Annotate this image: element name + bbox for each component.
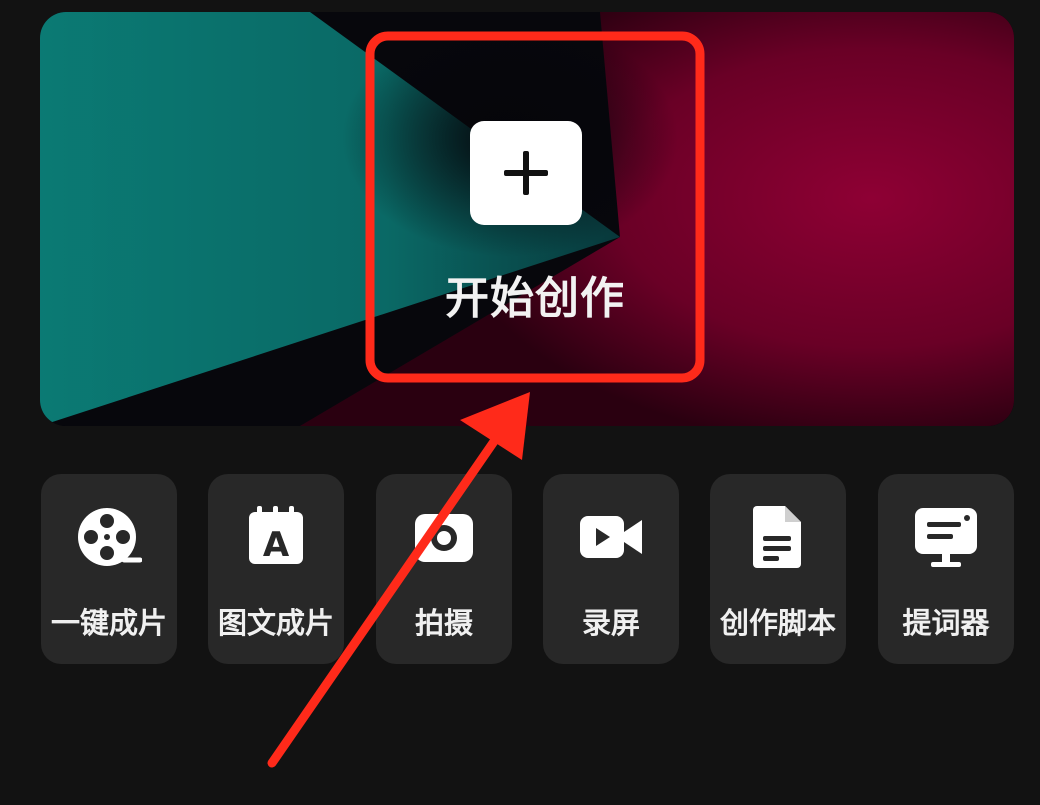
video-camera-icon (580, 516, 642, 558)
tool-label: 拍摄 (414, 606, 473, 640)
tool-label: 录屏 (581, 606, 640, 640)
tool-label: 一键成片 (50, 606, 167, 640)
teleprompter-icon (915, 508, 977, 567)
tool-label: 创作脚本 (719, 606, 836, 640)
tool-one-click-video[interactable]: 一键成片 (41, 474, 177, 664)
script-icon (753, 506, 801, 568)
tool-label: 图文成片 (217, 606, 334, 640)
app-screen: 开始创作 一键成片 A 图文成片 拍摄 录屏 创作脚本 提词器 (0, 0, 1040, 805)
tool-label: 提词器 (902, 606, 990, 640)
tool-shoot[interactable]: 拍摄 (376, 474, 512, 664)
tool-teleprompter[interactable]: 提词器 (878, 474, 1014, 664)
film-reel-icon (78, 508, 142, 566)
svg-text:A: A (263, 525, 290, 565)
start-creating-label: 开始创作 (445, 273, 625, 324)
tool-screen-record[interactable]: 录屏 (543, 474, 679, 664)
text-document-icon: A (249, 506, 303, 565)
tool-image-text-video[interactable]: A 图文成片 (208, 474, 344, 664)
tool-creation-script[interactable]: 创作脚本 (710, 474, 846, 664)
camera-icon (415, 514, 473, 562)
plus-icon[interactable] (470, 121, 582, 225)
plus-glyph (504, 151, 548, 195)
